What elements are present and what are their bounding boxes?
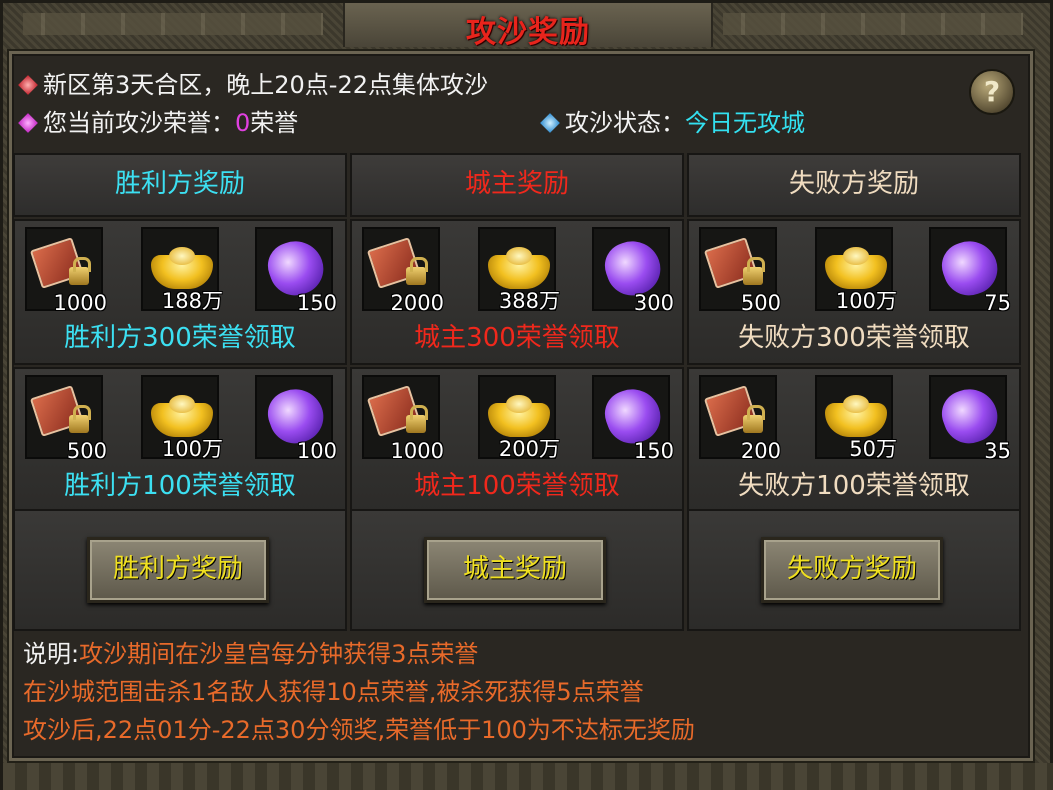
- reward-qty: 2000: [390, 291, 444, 315]
- info-line-status: 攻沙状态：今日无攻城: [539, 103, 805, 138]
- ornament-left: [23, 13, 323, 35]
- honor-value: 0: [235, 109, 251, 137]
- reward-slot-book[interactable]: 500: [699, 227, 781, 315]
- reward-qty: 100: [296, 439, 337, 463]
- reward-qty: 100万: [835, 289, 897, 313]
- reward-qty: 1000: [53, 291, 107, 315]
- reward-qty: 50万: [849, 437, 897, 461]
- info-section: 新区第3天合区，晚上20点-22点集体攻沙 您当前攻沙荣誉：0荣誉 攻沙状态：今…: [17, 63, 1021, 147]
- reward-slot-book[interactable]: 500: [25, 375, 107, 463]
- window-title: 攻沙奖励: [466, 15, 590, 50]
- blue-gem-icon: [540, 113, 560, 133]
- tier-loser-300: 500 100万 75 失败方300荣誉领取: [687, 219, 1021, 365]
- reward-slot-gold[interactable]: 200万: [478, 375, 560, 461]
- description-line-3: 攻沙后,22点01分-22点30分领奖,荣誉低于100为不达标无奖励: [23, 716, 695, 744]
- honor-label: 您当前攻沙荣誉：: [43, 109, 235, 137]
- reward-slot-gold[interactable]: 100万: [141, 375, 223, 461]
- lock-icon: [743, 257, 765, 285]
- gold-ingot-icon: [151, 247, 213, 289]
- info-line-honor: 您当前攻沙荣誉：0荣誉: [17, 103, 298, 138]
- reward-slot-gem[interactable]: 150: [592, 375, 674, 463]
- reward-qty: 200万: [498, 437, 560, 461]
- loser-reward-button[interactable]: 失败方奖励: [761, 537, 943, 603]
- reward-slot-gem[interactable]: 100: [255, 375, 337, 463]
- description-line-2: 在沙城范围击杀1名敌人获得10点荣誉,被杀死获得5点荣誉: [23, 678, 644, 706]
- info-line-schedule: 新区第3天合区，晚上20点-22点集体攻沙: [17, 65, 488, 100]
- tier-label: 胜利方100荣誉领取: [64, 471, 296, 501]
- reward-qty: 388万: [498, 289, 560, 313]
- reward-slot-gem[interactable]: 75: [929, 227, 1011, 315]
- reward-slot-book[interactable]: 2000: [362, 227, 444, 315]
- status-value: 今日无攻城: [685, 109, 805, 137]
- tier-label: 城主300荣誉领取: [414, 323, 620, 353]
- window-frame: 攻沙奖励 新区第3天合区，晚上20点-22点集体攻沙 您当前攻沙荣誉：0荣誉 攻…: [0, 0, 1053, 790]
- reward-qty: 150: [296, 291, 337, 315]
- reward-qty: 200: [740, 439, 781, 463]
- gold-ingot-icon: [151, 395, 213, 437]
- reward-slot-gold[interactable]: 100万: [815, 227, 897, 313]
- button-row-winner: 胜利方奖励: [13, 509, 347, 631]
- schedule-text: 新区第3天合区，晚上20点-22点集体攻沙: [43, 71, 489, 99]
- gold-ingot-icon: [825, 247, 887, 289]
- column-winner: 胜利方奖励 1000 188万 150 胜利方300荣誉领取 500 100万 …: [13, 153, 347, 631]
- description-section: 说明:攻沙期间在沙皇宫每分钟获得3点荣誉 在沙城范围击杀1名敌人获得10点荣誉,…: [23, 635, 1013, 749]
- reward-qty: 35: [984, 439, 1011, 463]
- lord-reward-button[interactable]: 城主奖励: [424, 537, 606, 603]
- reward-slot-gold[interactable]: 50万: [815, 375, 897, 461]
- column-header-lord: 城主奖励: [350, 153, 684, 217]
- reward-slot-book[interactable]: 1000: [25, 227, 107, 315]
- tier-label: 城主100荣誉领取: [414, 471, 620, 501]
- lock-icon: [406, 257, 428, 285]
- gold-ingot-icon: [488, 395, 550, 437]
- reward-slot-gem[interactable]: 35: [929, 375, 1011, 463]
- reward-slot-book[interactable]: 200: [699, 375, 781, 463]
- reward-qty: 75: [984, 291, 1011, 315]
- title-plate: 攻沙奖励: [343, 3, 713, 50]
- bottom-border: [3, 763, 1053, 790]
- gold-ingot-icon: [488, 247, 550, 289]
- lock-icon: [406, 405, 428, 433]
- reward-qty: 150: [633, 439, 674, 463]
- reward-qty: 500: [740, 291, 781, 315]
- tier-lord-100: 1000 200万 150 城主100荣誉领取: [350, 367, 684, 513]
- tier-label: 失败方300荣誉领取: [738, 323, 970, 353]
- column-loser: 失败方奖励 500 100万 75 失败方300荣誉领取 200 50万 35 …: [687, 153, 1021, 631]
- status-label: 攻沙状态：: [565, 109, 685, 137]
- tier-label: 胜利方300荣誉领取: [64, 323, 296, 353]
- reward-slot-book[interactable]: 1000: [362, 375, 444, 463]
- reward-slot-gold[interactable]: 388万: [478, 227, 560, 313]
- ornament-right: [723, 13, 1023, 35]
- tier-winner-300: 1000 188万 150 胜利方300荣誉领取: [13, 219, 347, 365]
- reward-grid: 胜利方奖励 1000 188万 150 胜利方300荣誉领取 500 100万 …: [13, 153, 1021, 631]
- help-button[interactable]: ?: [969, 69, 1015, 115]
- tier-lord-300: 2000 388万 300 城主300荣誉领取: [350, 219, 684, 365]
- column-header-loser: 失败方奖励: [687, 153, 1021, 217]
- description-prefix: 说明:: [23, 640, 80, 668]
- column-lord: 城主奖励 2000 388万 300 城主300荣誉领取 1000 200万 1…: [350, 153, 684, 631]
- gold-ingot-icon: [825, 395, 887, 437]
- reward-slot-gold[interactable]: 188万: [141, 227, 223, 313]
- description-text-1: 攻沙期间在沙皇宫每分钟获得3点荣誉: [79, 640, 479, 668]
- reward-qty: 500: [66, 439, 107, 463]
- reward-qty: 100万: [161, 437, 223, 461]
- tier-label: 失败方100荣誉领取: [738, 471, 970, 501]
- honor-unit: 荣誉: [250, 109, 299, 137]
- tier-loser-100: 200 50万 35 失败方100荣誉领取: [687, 367, 1021, 513]
- red-gem-icon: [18, 75, 38, 95]
- reward-qty: 1000: [390, 439, 444, 463]
- reward-slot-gem[interactable]: 300: [592, 227, 674, 315]
- lock-icon: [69, 257, 91, 285]
- winner-reward-button[interactable]: 胜利方奖励: [87, 537, 269, 603]
- description-line-1: 说明:攻沙期间在沙皇宫每分钟获得3点荣誉: [23, 635, 1013, 673]
- reward-qty: 300: [633, 291, 674, 315]
- button-row-loser: 失败方奖励: [687, 509, 1021, 631]
- lock-icon: [69, 405, 91, 433]
- reward-qty: 188万: [161, 289, 223, 313]
- button-row-lord: 城主奖励: [350, 509, 684, 631]
- lock-icon: [743, 405, 765, 433]
- pink-gem-icon: [18, 113, 38, 133]
- column-header-winner: 胜利方奖励: [13, 153, 347, 217]
- tier-winner-100: 500 100万 100 胜利方100荣誉领取: [13, 367, 347, 513]
- reward-slot-gem[interactable]: 150: [255, 227, 337, 315]
